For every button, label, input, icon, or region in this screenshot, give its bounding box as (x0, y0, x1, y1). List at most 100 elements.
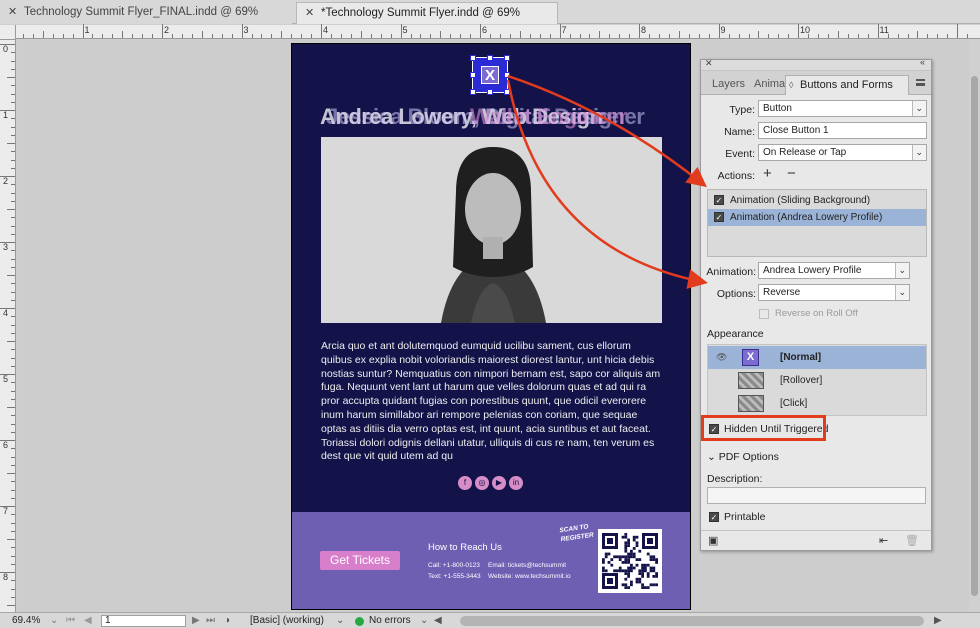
text-number: Text: +1-555-3443 (428, 573, 481, 580)
action-checkbox[interactable]: ✓ (714, 212, 724, 222)
add-action-button[interactable]: + (763, 165, 772, 182)
last-page-icon[interactable]: ⏭ (206, 615, 215, 626)
event-select[interactable]: On Release or Tap ⌄ (758, 144, 927, 161)
description-field[interactable] (707, 487, 926, 504)
ruler-corner[interactable] (0, 25, 16, 40)
instagram-icon[interactable]: ◎ (475, 476, 489, 490)
panel-titlebar[interactable]: ✕ « (701, 57, 931, 71)
vertical-ruler[interactable]: 0 1 2 3 4 5 6 7 8 (0, 40, 16, 612)
tab-layers[interactable]: Layers (707, 75, 750, 95)
document-tab-bar: ✕ Technology Summit Flyer_FINAL.indd @ 6… (0, 0, 980, 39)
tab-grip-icon: ◊ (789, 80, 794, 90)
animation-label: Animation: (706, 266, 756, 278)
close-panel-icon[interactable]: ✕ (705, 58, 713, 69)
status-bar: 69.4% ⌄ ⏮ ◀ 1 ▶ ⏭ ◑ [Basic] (working) ⌄ … (0, 612, 980, 628)
get-tickets-button[interactable]: Get Tickets (320, 551, 400, 570)
scroll-left-icon[interactable]: ◀ (434, 615, 442, 626)
ruler-number: 2 (164, 25, 170, 35)
close-button-frame[interactable]: X (470, 55, 510, 95)
chevron-down-icon[interactable]: ⌄ (420, 615, 428, 626)
chevron-down-icon: ⌄ (707, 451, 719, 463)
remove-action-button[interactable]: − (787, 165, 796, 182)
appearance-states: 👁 X [Normal] [Rollover] [Click] (707, 344, 927, 416)
document-page[interactable]: X Andrea Lowery, Web Design Jessica Bloo… (291, 43, 691, 610)
reverse-rolloff-checkbox[interactable] (759, 309, 769, 319)
preview-icon[interactable]: ▣ (708, 534, 718, 547)
ruler-number: 2 (3, 176, 9, 186)
ruler-number: 5 (402, 25, 408, 35)
document-tab-final[interactable]: ✕ Technology Summit Flyer_FINAL.indd @ 6… (0, 2, 292, 38)
tab-animation[interactable]: Anima (749, 75, 790, 95)
state-label: [Normal] (780, 352, 822, 363)
speaker-photo[interactable] (321, 137, 662, 323)
ruler-number: 0 (3, 44, 9, 54)
trash-icon[interactable]: 🗑 (905, 534, 919, 547)
close-icon[interactable]: ✕ (305, 3, 314, 23)
state-thumbnail (738, 372, 764, 389)
horizontal-ruler[interactable]: 1 2 3 4 5 6 7 8 9 10 11 (16, 24, 980, 39)
linkedin-icon[interactable]: in (509, 476, 523, 490)
ruler-number: 1 (3, 110, 9, 120)
state-normal[interactable]: 👁 X [Normal] (708, 346, 926, 369)
printable-checkbox[interactable]: ✓ (709, 512, 719, 522)
website-address: Website: www.techsummit.io (488, 573, 571, 580)
scroll-thumb[interactable] (971, 76, 978, 596)
actions-label: Actions: (717, 170, 755, 182)
collapse-panel-icon[interactable]: « (920, 57, 925, 67)
state-thumbnail: X (742, 349, 759, 366)
facebook-icon[interactable]: f (458, 476, 472, 490)
ruler-number: 7 (561, 25, 567, 35)
state-rollover[interactable]: [Rollover] (708, 369, 926, 392)
vertical-scrollbar[interactable] (969, 40, 980, 612)
status-ok-icon (355, 617, 364, 626)
chevron-down-icon[interactable]: ⌄ (336, 615, 344, 626)
description-label: Description: (707, 473, 763, 485)
tab-buttons-and-forms[interactable]: ◊ Buttons and Forms (785, 75, 909, 95)
state-click[interactable]: [Click] (708, 392, 926, 415)
name-field[interactable]: Close Button 1 (758, 122, 927, 139)
panel-tabs: Layers Anima ◊ Buttons and Forms (701, 71, 931, 95)
state-thumbnail (738, 395, 764, 412)
pdf-options-toggle[interactable]: ⌄ PDF Options (707, 451, 779, 463)
horizontal-scrollbar[interactable] (460, 616, 924, 626)
action-item[interactable]: ✓ Animation (Andrea Lowery Profile) (708, 209, 926, 226)
scroll-right-icon[interactable]: ▶ (934, 615, 942, 626)
event-label: Event: (725, 148, 755, 160)
type-value: Button (763, 103, 792, 114)
close-icon[interactable]: ✕ (8, 2, 17, 22)
type-select[interactable]: Button ⌄ (758, 100, 927, 117)
ruler-number: 7 (3, 506, 9, 516)
animation-value: Andrea Lowery Profile (763, 265, 862, 276)
next-page-icon[interactable]: ▶ (192, 615, 200, 626)
chevron-down-icon[interactable]: ⌄ (50, 615, 58, 626)
prev-page-icon[interactable]: ◀ (84, 615, 92, 626)
zoom-level[interactable]: 69.4% (12, 615, 40, 626)
eye-icon[interactable]: 👁 (716, 346, 727, 369)
action-checkbox[interactable]: ✓ (714, 195, 724, 205)
name-label: Name: (724, 126, 755, 138)
reverse-rolloff-label: Reverse on Roll Off (775, 308, 858, 319)
open-page-icon[interactable]: ◑ (224, 615, 230, 626)
ruler-number: 4 (3, 308, 9, 318)
panel-menu-icon[interactable] (916, 79, 925, 86)
first-page-icon[interactable]: ⏮ (66, 615, 75, 626)
animation-select[interactable]: Andrea Lowery Profile ⌄ (758, 262, 910, 279)
social-icons: f ◎ ▶ in (458, 476, 528, 492)
document-tab-active[interactable]: ✕ *Technology Summit Flyer.indd @ 69% [G… (296, 2, 558, 39)
page-field[interactable]: 1 (101, 615, 186, 627)
pdf-options-label: PDF Options (718, 451, 779, 463)
chevron-down-icon: ⌄ (915, 147, 923, 157)
error-status: No errors (369, 615, 411, 626)
youtube-icon[interactable]: ▶ (492, 476, 506, 490)
ruler-number: 6 (3, 440, 9, 450)
appearance-label: Appearance (707, 328, 764, 340)
convert-to-object-icon[interactable]: ⇤ (879, 534, 888, 547)
body-text[interactable]: Arcia quo et ant dolutemquod eumquid uci… (321, 340, 663, 464)
options-select[interactable]: Reverse ⌄ (758, 284, 910, 301)
action-item[interactable]: ✓ Animation (Sliding Background) (708, 192, 926, 209)
preflight-profile[interactable]: [Basic] (working) (250, 615, 324, 626)
event-value: On Release or Tap (763, 147, 847, 158)
action-label: Animation (Andrea Lowery Profile) (730, 212, 883, 223)
speaker-headline[interactable]: Andrea Lowery, Web Design Jessica Bloom,… (320, 104, 680, 132)
flyer-footer: Get Tickets How to Reach Us Call: +1-800… (292, 512, 690, 609)
